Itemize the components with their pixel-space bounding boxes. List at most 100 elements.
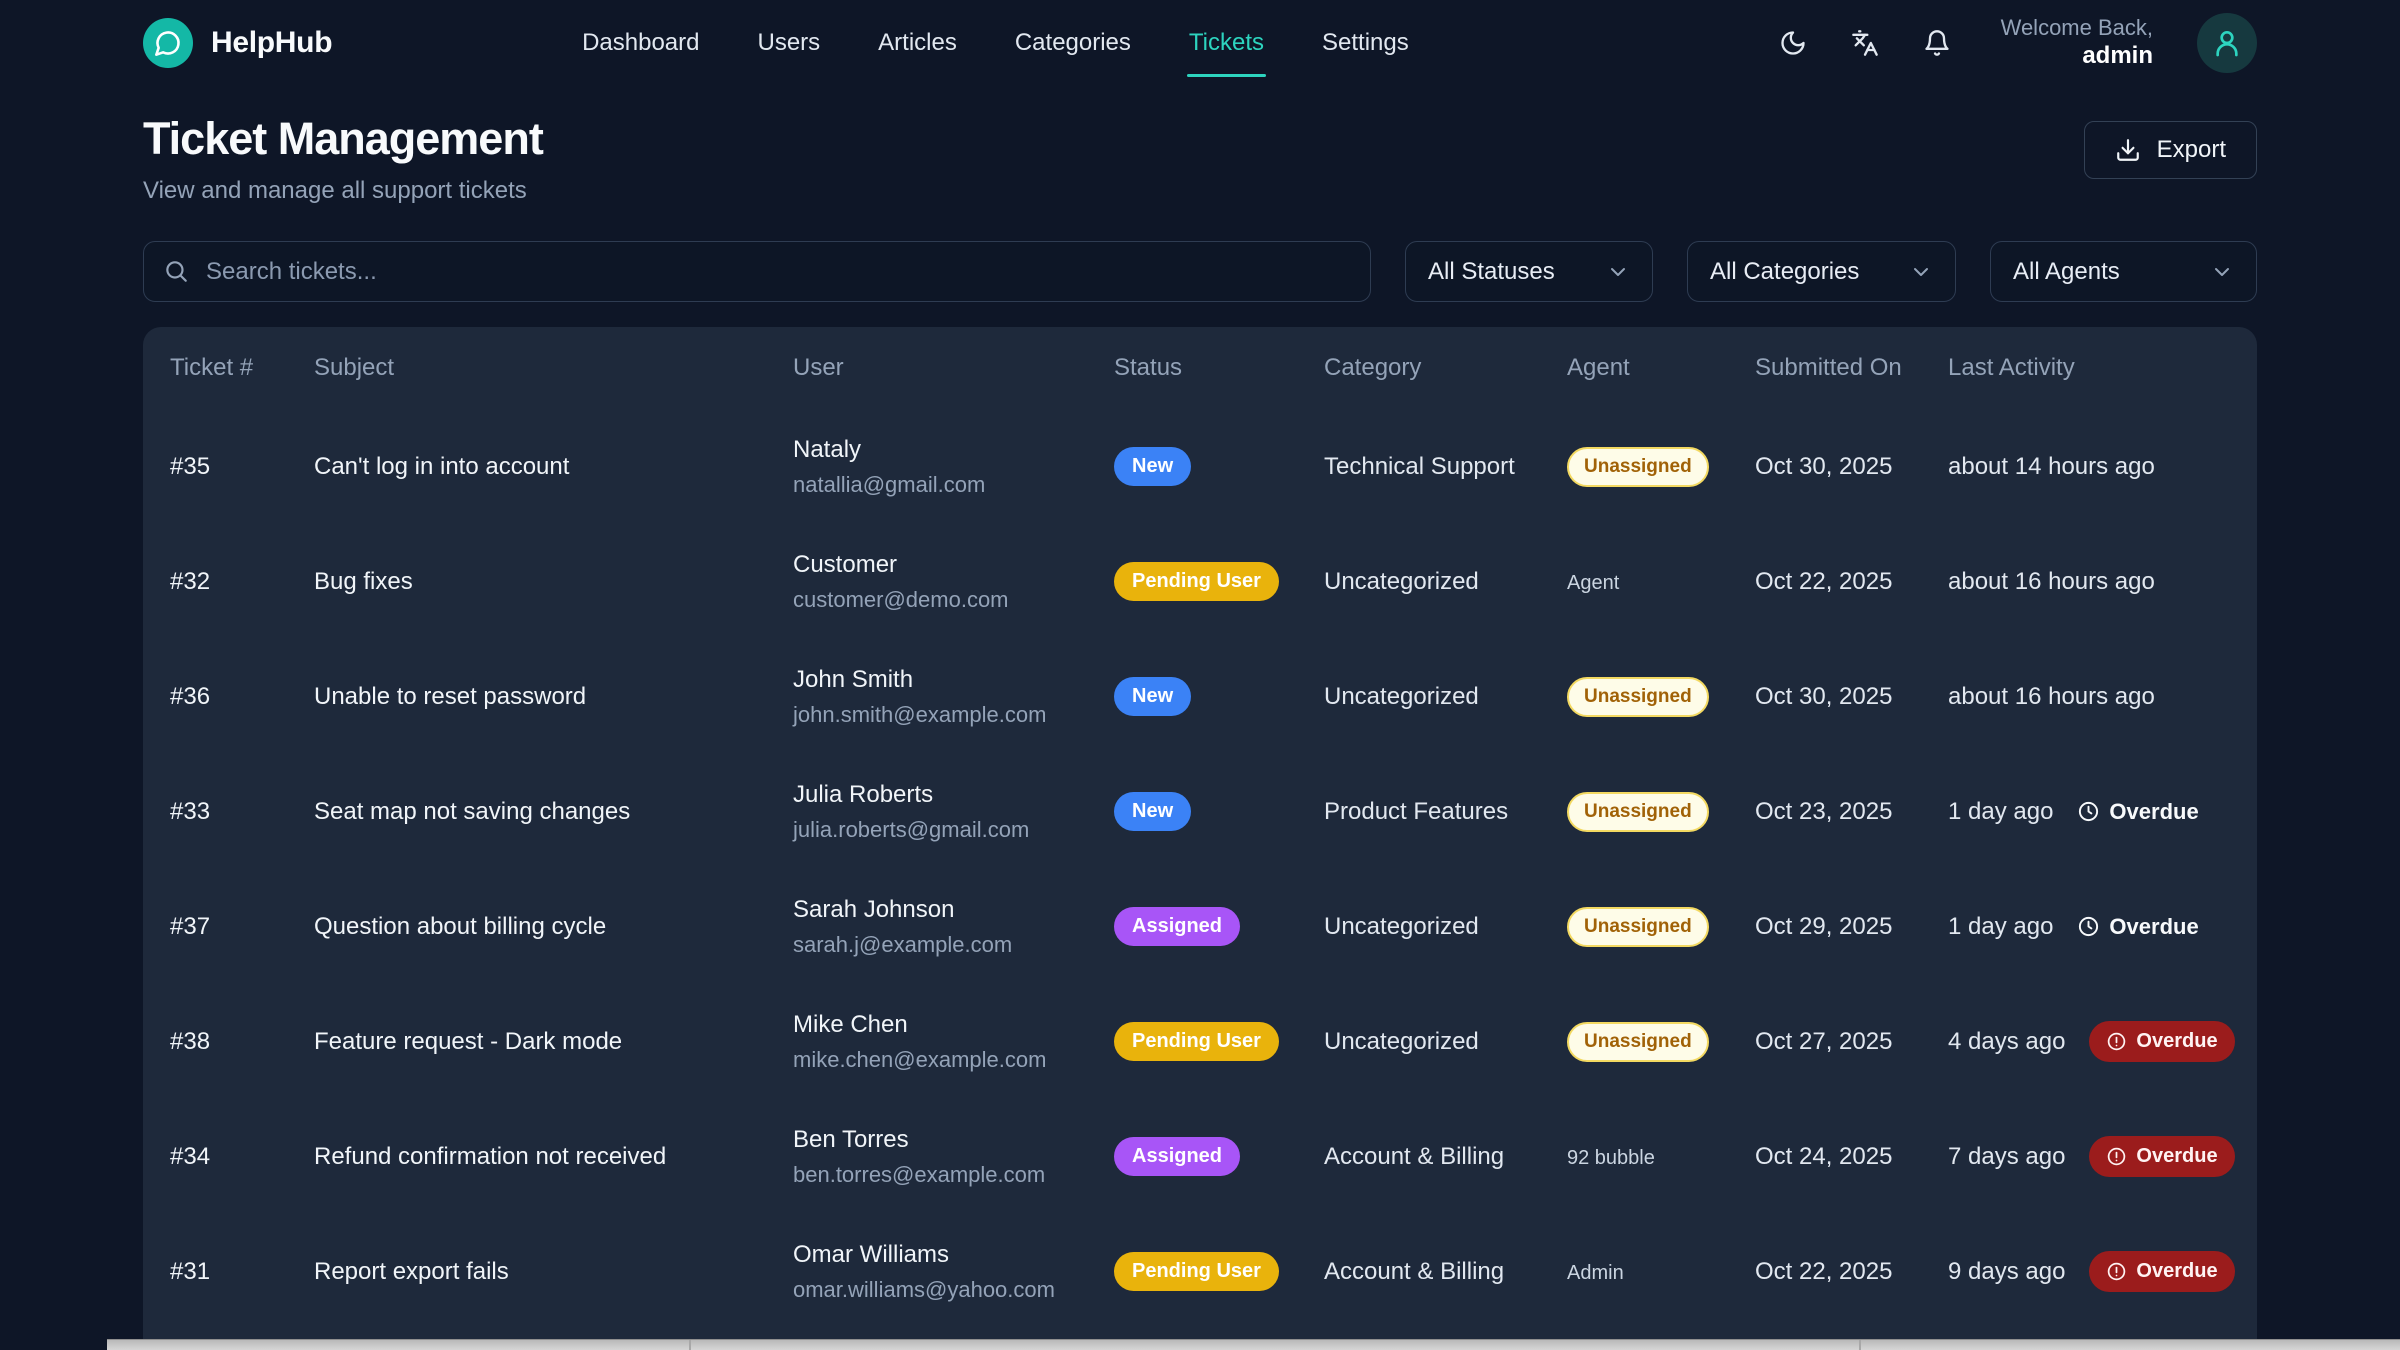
overdue-badge: Overdue xyxy=(2089,1021,2234,1062)
status-badge: Pending User xyxy=(1114,562,1279,601)
chevron-down-icon xyxy=(1909,260,1933,284)
filter-bar: All Statuses All Categories All Agents xyxy=(143,241,2257,302)
table-row[interactable]: #35 Can't log in into account Nataly nat… xyxy=(143,409,2257,524)
chevron-down-icon xyxy=(2210,260,2234,284)
user-email: mike.chen@example.com xyxy=(793,1047,1114,1073)
welcome-block: Welcome Back, admin xyxy=(2001,14,2153,72)
filter-agents[interactable]: All Agents xyxy=(1990,241,2257,302)
table-row[interactable]: #33 Seat map not saving changes Julia Ro… xyxy=(143,754,2257,869)
activity-cell: 4 days ago Overdue xyxy=(1948,1021,2257,1062)
category-label: Technical Support xyxy=(1324,453,1567,481)
category-label: Uncategorized xyxy=(1324,568,1567,596)
table-row[interactable]: #38 Feature request - Dark mode Mike Che… xyxy=(143,984,2257,1099)
language-switcher[interactable] xyxy=(1851,29,1879,57)
agent-label: Unassigned xyxy=(1567,792,1709,832)
welcome-text: Welcome Back, xyxy=(2001,14,2153,42)
table-row[interactable]: #34 Refund confirmation not received Ben… xyxy=(143,1099,2257,1214)
download-icon xyxy=(2115,137,2141,163)
user-email: julia.roberts@gmail.com xyxy=(793,817,1114,843)
filter-statuses[interactable]: All Statuses xyxy=(1405,241,1653,302)
user-icon xyxy=(2211,27,2243,59)
status-badge: Pending User xyxy=(1114,1252,1279,1291)
activity-cell: about 14 hours ago xyxy=(1948,453,2257,481)
user-email: omar.williams@yahoo.com xyxy=(793,1277,1114,1303)
column-header: User xyxy=(793,354,1114,382)
user-name: Sarah Johnson xyxy=(793,896,1114,924)
ticket-number: #38 xyxy=(170,1028,314,1056)
submitted-date: Oct 23, 2025 xyxy=(1755,798,1948,826)
activity-text: 9 days ago xyxy=(1948,1258,2065,1286)
user-name: Ben Torres xyxy=(793,1126,1114,1154)
user-cell: Omar Williams omar.williams@yahoo.com xyxy=(793,1241,1114,1303)
nav-item-settings[interactable]: Settings xyxy=(1320,23,1411,63)
category-label: Account & Billing xyxy=(1324,1143,1567,1171)
user-avatar[interactable] xyxy=(2197,13,2257,73)
horizontal-scrollbar[interactable] xyxy=(107,1339,2400,1350)
activity-cell: 9 days ago Overdue xyxy=(1948,1251,2257,1292)
username: admin xyxy=(2001,41,2153,71)
user-cell: John Smith john.smith@example.com xyxy=(793,666,1114,728)
user-email: ben.torres@example.com xyxy=(793,1162,1114,1188)
page-content: Ticket Management View and manage all su… xyxy=(0,113,2400,1350)
submitted-date: Oct 27, 2025 xyxy=(1755,1028,1948,1056)
clock-icon xyxy=(2077,800,2100,823)
dark-mode-toggle[interactable] xyxy=(1779,29,1807,57)
column-header: Subject xyxy=(314,354,793,382)
nav-item-tickets[interactable]: Tickets xyxy=(1187,23,1266,63)
status-badge: Assigned xyxy=(1114,1137,1240,1176)
status-badge: New xyxy=(1114,447,1191,486)
overdue-label: Overdue xyxy=(2136,1030,2217,1053)
bell-icon xyxy=(1923,29,1951,57)
user-cell: Ben Torres ben.torres@example.com xyxy=(793,1126,1114,1188)
overdue-label: Overdue xyxy=(2136,1260,2217,1283)
category-label: Uncategorized xyxy=(1324,683,1567,711)
nav-item-label: Tickets xyxy=(1189,29,1264,56)
chevron-down-icon xyxy=(1606,260,1630,284)
table-row[interactable]: #37 Question about billing cycle Sarah J… xyxy=(143,869,2257,984)
user-name: Omar Williams xyxy=(793,1241,1114,1269)
notifications-button[interactable] xyxy=(1923,29,1951,57)
nav-item-users[interactable]: Users xyxy=(755,23,822,63)
table-row[interactable]: #31 Report export fails Omar Williams om… xyxy=(143,1214,2257,1329)
activity-text: 1 day ago xyxy=(1948,798,2053,826)
overdue-label: Overdue xyxy=(2109,799,2198,825)
user-name: Nataly xyxy=(793,436,1114,464)
ticket-subject: Refund confirmation not received xyxy=(314,1143,793,1171)
nav-item-label: Settings xyxy=(1322,29,1409,56)
column-header: Category xyxy=(1324,354,1567,382)
moon-icon xyxy=(1779,29,1807,57)
column-header: Agent xyxy=(1567,354,1755,382)
activity-text: 1 day ago xyxy=(1948,913,2053,941)
activity-text: 7 days ago xyxy=(1948,1143,2065,1171)
nav-item-categories[interactable]: Categories xyxy=(1013,23,1133,63)
ticket-subject: Unable to reset password xyxy=(314,683,793,711)
status-badge: New xyxy=(1114,677,1191,716)
nav-item-label: Users xyxy=(757,29,820,56)
submitted-date: Oct 24, 2025 xyxy=(1755,1143,1948,1171)
submitted-date: Oct 30, 2025 xyxy=(1755,453,1948,481)
ticket-number: #31 xyxy=(170,1258,314,1286)
nav-item-label: Dashboard xyxy=(582,29,699,56)
status-badge: Pending User xyxy=(1114,1022,1279,1061)
submitted-date: Oct 22, 2025 xyxy=(1755,1258,1948,1286)
ticket-number: #37 xyxy=(170,913,314,941)
user-email: natallia@gmail.com xyxy=(793,472,1114,498)
agent-label: Unassigned xyxy=(1567,447,1709,487)
clock-icon xyxy=(2077,915,2100,938)
overdue-label: Overdue xyxy=(2109,914,2198,940)
main-nav: Dashboard Users Articles Categories Tickets S… xyxy=(212,23,1778,63)
user-cell: Sarah Johnson sarah.j@example.com xyxy=(793,896,1114,958)
column-header: Submitted On xyxy=(1755,354,1948,382)
table-row[interactable]: #36 Unable to reset password John Smith … xyxy=(143,639,2257,754)
submitted-date: Oct 30, 2025 xyxy=(1755,683,1948,711)
activity-cell: 1 day ago Overdue xyxy=(1948,913,2257,941)
export-button[interactable]: Export xyxy=(2084,121,2257,179)
nav-item-dashboard[interactable]: Dashboard xyxy=(580,23,701,63)
ticket-subject: Seat map not saving changes xyxy=(314,798,793,826)
filter-categories[interactable]: All Categories xyxy=(1687,241,1956,302)
nav-item-articles[interactable]: Articles xyxy=(876,23,959,63)
table-row[interactable]: #32 Bug fixes Customer customer@demo.com… xyxy=(143,524,2257,639)
nav-right: Welcome Back, admin xyxy=(1779,13,2257,73)
search-input[interactable] xyxy=(143,241,1371,302)
export-label: Export xyxy=(2157,136,2226,164)
